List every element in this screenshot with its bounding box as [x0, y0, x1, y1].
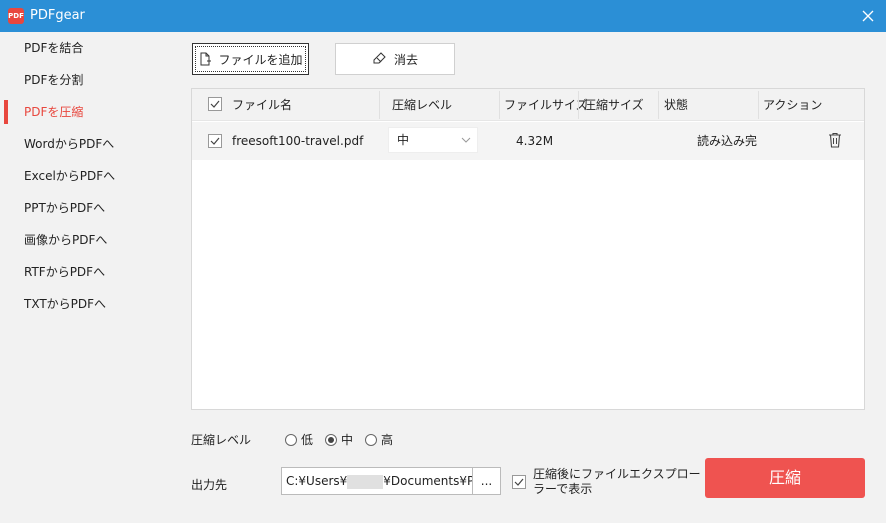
- header-divider: [758, 91, 759, 119]
- sidebar-item-image-to-pdf[interactable]: 画像からPDFへ: [0, 224, 171, 256]
- sidebar-item-split[interactable]: PDFを分割: [0, 64, 171, 96]
- level-radio-high[interactable]: 高: [365, 431, 393, 448]
- header-divider: [379, 91, 380, 119]
- delete-button[interactable]: [827, 132, 843, 151]
- radio-selected-icon: [325, 433, 338, 446]
- compress-level-label: 圧縮レベル: [191, 433, 252, 447]
- row-level-select[interactable]: 中: [388, 127, 478, 153]
- redacted-username: [347, 474, 384, 489]
- header-compressed-size[interactable]: 圧縮サイズ: [584, 89, 644, 121]
- table-header: ファイル名 圧縮レベル ファイルサイズ 圧縮サイズ 状態 アクション: [192, 89, 864, 121]
- title-bar: PDF PDFgear: [0, 0, 886, 32]
- level-high-label: 高: [381, 433, 394, 447]
- level-low-label: 低: [301, 433, 314, 447]
- radio-icon: [365, 433, 378, 446]
- level-radio-low[interactable]: 低: [285, 431, 313, 448]
- output-path-field[interactable]: C:¥Users¥ ¥Documents¥PDFg: [281, 467, 473, 495]
- row-status: 読み込み完: [697, 134, 757, 148]
- header-status[interactable]: 状態: [664, 89, 688, 121]
- level-radio-medium[interactable]: 中: [325, 431, 353, 448]
- radio-icon: [285, 433, 297, 446]
- close-icon: [862, 10, 874, 22]
- open-explorer-checkbox[interactable]: [512, 475, 526, 489]
- header-divider: [578, 91, 579, 119]
- sidebar-item-compress[interactable]: PDFを圧縮: [0, 96, 171, 128]
- add-file-icon: [200, 52, 212, 66]
- logo-text: PDF: [8, 12, 24, 20]
- close-button[interactable]: [858, 6, 878, 26]
- path-suffix: ¥Documents¥PDFg: [383, 474, 472, 488]
- clear-label: 消去: [393, 52, 418, 67]
- sidebar-item-ppt-to-pdf[interactable]: PPTからPDFへ: [0, 192, 171, 224]
- row-level-value: 中: [397, 133, 410, 147]
- main-panel: ファイルを追加 消去 ファイル名 圧縮レベル ファイルサイズ 圧縮サイズ 状態 …: [171, 32, 886, 523]
- header-divider: [499, 91, 500, 119]
- compress-level-radio-group: 低 中 高: [285, 431, 399, 448]
- row-checkbox[interactable]: [208, 134, 222, 148]
- sidebar: PDFを結合 PDFを分割 PDFを圧縮 WordからPDFへ ExcelからP…: [0, 32, 171, 523]
- level-medium-label: 中: [341, 433, 354, 447]
- check-icon: [514, 478, 524, 486]
- path-prefix: C:¥Users¥: [286, 474, 348, 488]
- sidebar-item-merge[interactable]: PDFを結合: [0, 32, 171, 64]
- sidebar-item-excel-to-pdf[interactable]: ExcelからPDFへ: [0, 160, 171, 192]
- compress-button[interactable]: 圧縮: [705, 458, 865, 498]
- header-divider: [658, 91, 659, 119]
- check-icon: [210, 100, 220, 108]
- window-title: PDFgear: [30, 8, 85, 23]
- trash-icon: [829, 132, 841, 148]
- add-file-button[interactable]: ファイルを追加: [192, 43, 309, 75]
- header-action[interactable]: アクション: [763, 89, 822, 121]
- browse-button[interactable]: ...: [472, 467, 501, 495]
- output-label: 出力先: [191, 478, 228, 492]
- add-file-label: ファイルを追加: [218, 52, 303, 67]
- clear-button[interactable]: 消去: [335, 43, 455, 75]
- pdfgear-logo-icon: PDF: [8, 8, 24, 24]
- broom-icon: [373, 52, 386, 64]
- table-row[interactable]: freesoft100-travel.pdf 中 4.32M 読み込み完: [192, 122, 864, 160]
- select-all-checkbox[interactable]: [208, 97, 222, 111]
- row-file-name: freesoft100-travel.pdf: [232, 134, 364, 148]
- header-file-name[interactable]: ファイル名: [232, 89, 292, 121]
- open-explorer-label: 圧縮後にファイルエクスプローラーで表示: [533, 467, 701, 496]
- file-table: ファイル名 圧縮レベル ファイルサイズ 圧縮サイズ 状態 アクション frees…: [191, 88, 865, 410]
- sidebar-item-word-to-pdf[interactable]: WordからPDFへ: [0, 128, 171, 160]
- row-file-size: 4.32M: [516, 134, 554, 148]
- header-file-size[interactable]: ファイルサイズ: [504, 89, 588, 121]
- sidebar-item-rtf-to-pdf[interactable]: RTFからPDFへ: [0, 256, 171, 288]
- sidebar-item-txt-to-pdf[interactable]: TXTからPDFへ: [0, 288, 171, 320]
- chevron-down-icon: [461, 137, 471, 143]
- header-compress-level[interactable]: 圧縮レベル: [392, 89, 452, 121]
- check-icon: [210, 137, 220, 145]
